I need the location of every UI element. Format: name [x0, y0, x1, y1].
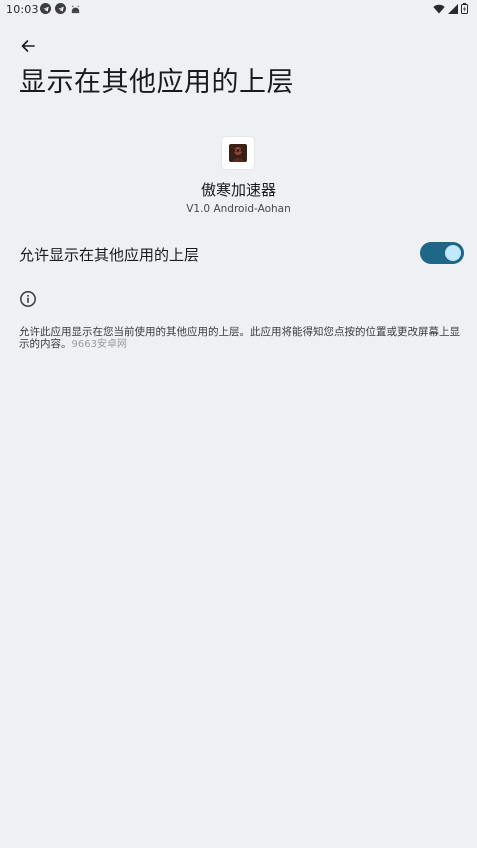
- telegram-icon: [55, 3, 66, 14]
- app-name: 傲寒加速器: [200, 181, 276, 199]
- back-button[interactable]: [14, 32, 42, 60]
- battery-icon: [461, 3, 468, 14]
- screen: 10:03 显示在其他应用的上层 傲寒加速器 V1.0 Android-Aoha…: [0, 0, 477, 848]
- app-version: V1.0 Android-Aohan: [186, 203, 291, 215]
- android-icon: [71, 5, 80, 14]
- app-logo-icon: [229, 144, 247, 162]
- watermark: 9663安卓网: [71, 339, 127, 350]
- telegram-icon: [40, 3, 51, 14]
- permission-label: 允许显示在其他应用的上层: [19, 246, 200, 264]
- app-icon: [222, 137, 254, 169]
- permission-toggle-row[interactable]: 允许显示在其他应用的上层: [0, 232, 477, 276]
- system-icons: [433, 3, 468, 14]
- status-bar: 10:03: [0, 0, 477, 20]
- wifi-icon: [433, 4, 445, 13]
- status-time: 10:03: [6, 3, 39, 16]
- page-title: 显示在其他应用的上层: [19, 67, 294, 98]
- permission-description: 允许此应用显示在您当前使用的其他应用的上层。此应用将能得知您点按的位置或更改屏幕…: [19, 326, 467, 351]
- permission-toggle-switch[interactable]: [420, 242, 464, 264]
- cellular-signal-icon: [448, 3, 458, 14]
- arrow-back-icon: [21, 40, 35, 52]
- toggle-thumb: [445, 245, 461, 261]
- info-icon: [20, 291, 36, 307]
- notification-icons: [40, 3, 81, 14]
